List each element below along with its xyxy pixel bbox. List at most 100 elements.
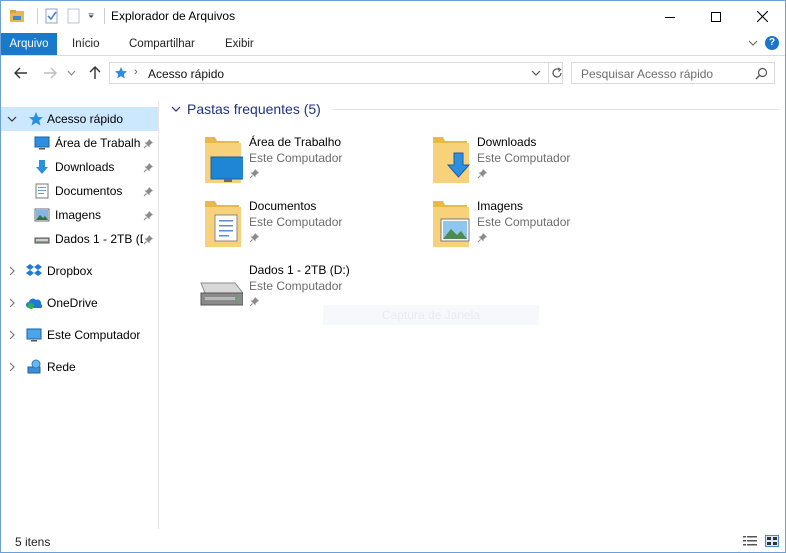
address-dropdown-icon[interactable] [530,67,542,79]
onedrive-icon [26,298,42,309]
search-icon[interactable] [755,67,768,80]
qat-separator [37,8,38,24]
nav-label: Dados 1 - 2TB (D:) [55,232,143,246]
forward-arrow-icon [44,67,57,79]
tile-area-de-trabalho[interactable]: Área de Trabalho Este Computador [167,135,395,195]
nav-item-rede[interactable]: Rede [1,355,158,379]
nav-item-dados[interactable]: Dados 1 - 2TB (D:) [1,227,158,251]
hard-drive-icon [200,282,243,306]
properties-icon[interactable] [44,8,60,24]
tile-imagens[interactable]: Imagens Este Computador [395,199,623,259]
nav-item-downloads[interactable]: Downloads [1,155,158,179]
forward-button[interactable] [41,64,59,82]
document-icon [35,183,49,199]
pin-icon [143,211,153,221]
nav-item-documentos[interactable]: Documentos [1,179,158,203]
tile-name: Documentos [249,199,317,213]
tile-location: Este Computador [249,151,343,165]
nav-label: Imagens [55,208,102,222]
tile-downloads[interactable]: Downloads Este Computador [395,135,623,195]
details-view-icon[interactable] [743,535,757,547]
nav-item-imagens[interactable]: Imagens [1,203,158,227]
item-count: 5 itens [15,535,51,549]
tiles-view-icon [767,537,777,545]
refresh-icon [551,67,562,78]
documents-folder-icon [205,201,241,247]
download-icon [36,160,48,174]
chevron-expanded-icon[interactable] [7,114,17,124]
pin-icon [143,187,153,197]
chevron-down-icon[interactable] [171,104,181,114]
explorer-window: Explorador de Arquivos Arquivo Início Co… [0,0,786,553]
new-folder-icon[interactable] [66,8,82,24]
dropbox-icon [26,264,42,276]
pin-icon [143,163,153,173]
back-arrow-icon [14,67,27,79]
nav-label: Área de Trabalho [55,136,141,150]
navigation-pane: Acesso rápido Área de Trabalho Downloads… [1,101,159,529]
group-title: Pastas frequentes (5) [187,101,321,117]
group-header[interactable]: Pastas frequentes (5) [171,101,321,117]
quick-access-star-icon [115,67,127,79]
minimize-icon [665,16,675,18]
expand-ribbon-icon[interactable] [747,37,759,49]
search-box[interactable]: Pesquisar Acesso rápido [571,62,775,84]
recent-locations-button[interactable] [65,64,77,82]
breadcrumb-location[interactable]: Acesso rápido [148,67,224,81]
refresh-button[interactable] [548,63,564,83]
pictures-icon [34,208,50,222]
quick-access-toolbar [9,8,111,24]
tiles-view-button[interactable] [765,535,779,547]
tile-location: Este Computador [477,215,571,229]
tile-name: Downloads [477,135,537,149]
close-icon [756,11,768,22]
pictures-folder-icon [433,201,470,247]
tab-compartilhar[interactable]: Compartilhar [121,33,203,55]
help-icon[interactable]: ? [765,36,779,50]
close-button[interactable] [739,1,785,32]
address-bar[interactable]: › Acesso rápido [109,62,563,84]
up-arrow-icon [89,66,101,79]
qat-separator-2 [104,8,105,24]
chevron-right-icon[interactable] [7,298,17,308]
tile-documentos[interactable]: Documentos Este Computador [167,199,395,259]
window-title: Explorador de Arquivos [111,9,236,23]
quick-access-star-icon [29,112,43,126]
pin-icon [477,233,487,243]
nav-item-este-computador[interactable]: Este Computador [1,323,158,347]
tab-exibir[interactable]: Exibir [217,33,262,55]
search-placeholder[interactable]: Pesquisar Acesso rápido [581,67,713,81]
back-button[interactable] [12,64,30,82]
tile-name: Dados 1 - 2TB (D:) [249,263,350,277]
maximize-button[interactable] [693,1,739,32]
nav-item-area-de-trabalho[interactable]: Área de Trabalho [1,131,158,155]
window-capture-ghost-label: Captura de Janela [323,305,539,325]
tile-location: Este Computador [249,215,343,229]
tab-arquivo[interactable]: Arquivo [1,33,57,55]
tab-inicio[interactable]: Início [64,33,108,55]
tile-name: Imagens [477,199,524,213]
pin-icon [143,235,153,245]
up-button[interactable] [86,64,104,82]
computer-icon [26,328,42,342]
customize-qat-icon[interactable] [88,8,98,24]
minimize-button[interactable] [647,1,693,32]
chevron-right-icon[interactable] [7,330,17,340]
nav-label: Documentos [55,184,123,198]
breadcrumb-separator[interactable]: › [134,66,138,78]
chevron-right-icon[interactable] [7,362,17,372]
nav-item-onedrive[interactable]: OneDrive [1,291,158,315]
pin-icon [249,297,259,307]
pin-icon [477,169,487,179]
nav-item-dropbox[interactable]: Dropbox [1,259,158,283]
pin-icon [143,139,153,149]
chevron-right-icon[interactable] [7,266,17,276]
nav-item-acesso-rapido[interactable]: Acesso rápido [1,107,158,131]
drive-icon [34,237,50,244]
pin-icon [249,169,259,179]
folder-app-icon [10,10,24,22]
maximize-icon [711,11,721,22]
nav-label: Downloads [55,160,115,174]
tile-location: Este Computador [477,151,571,165]
chevron-down-icon [67,70,75,76]
